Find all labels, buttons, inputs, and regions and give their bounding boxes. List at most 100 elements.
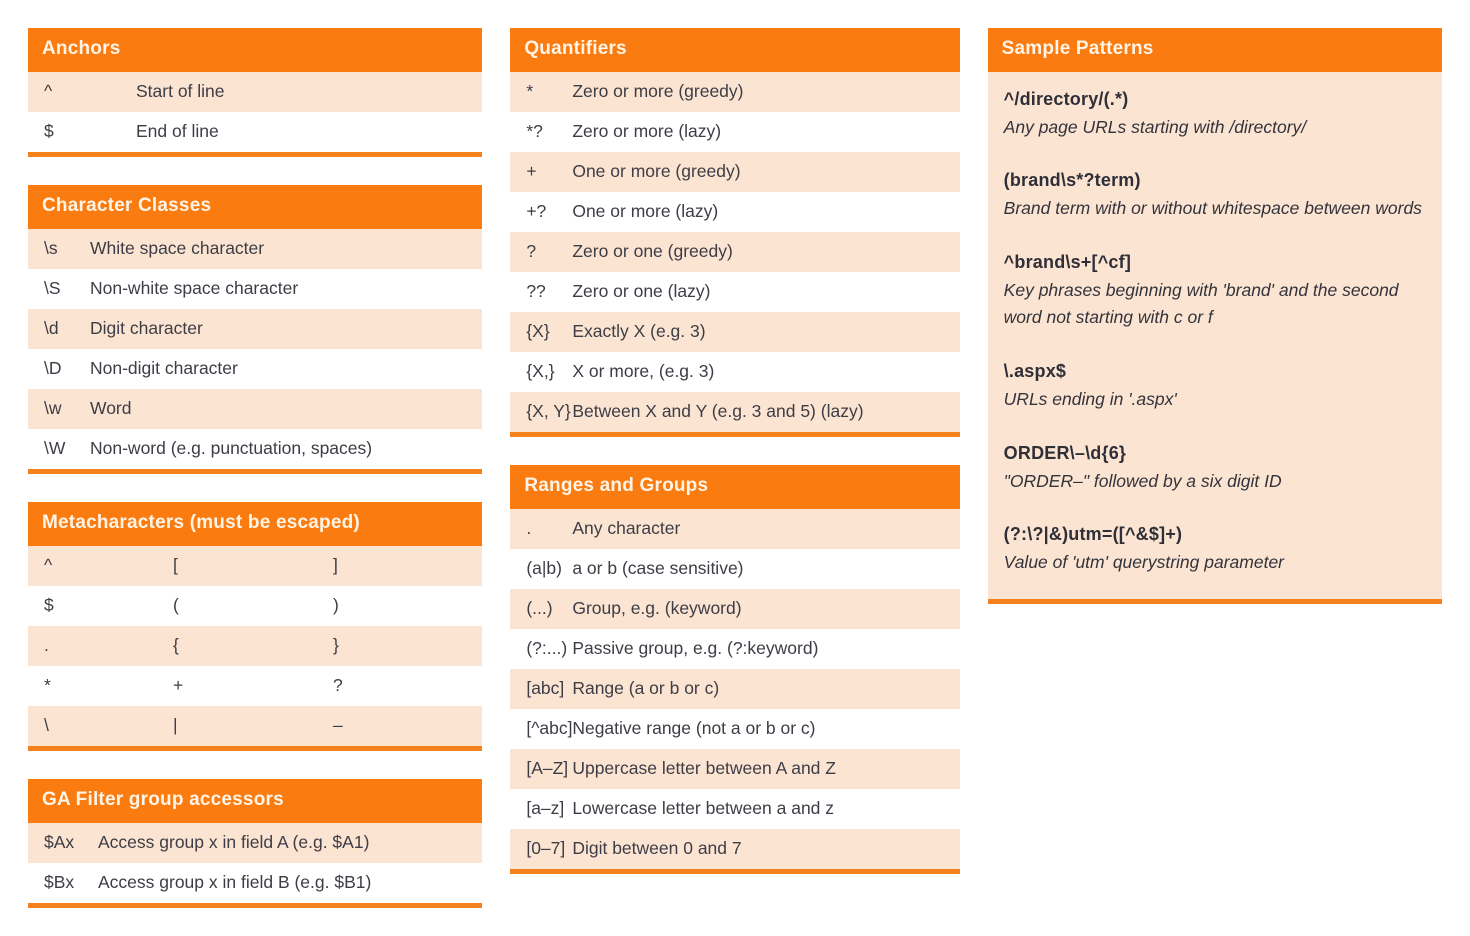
card-anchors: Anchors ^ Start of line $ End of line: [28, 28, 483, 157]
row-symbol: *: [526, 81, 534, 102]
row-symbol: ??: [526, 281, 546, 302]
card-title-metacharacters: Metacharacters (must be escaped): [28, 501, 483, 546]
row-symbol: \d: [44, 318, 59, 339]
row-description: Negative range (not a or b or c): [572, 718, 816, 739]
row-symbol: $Bx: [44, 872, 75, 893]
sample-pattern-expression: ^/directory/(.*): [1003, 88, 1129, 109]
row-description: White space character: [90, 238, 265, 259]
samples-body: ^/directory/(.*) Any page URLs starting …: [987, 71, 1442, 599]
row-symbol: {X, Y}: [526, 401, 571, 422]
sample-pattern-meaning: "ORDER–" followed by a six digit ID: [1003, 470, 1282, 491]
row-symbol: $: [44, 121, 54, 142]
table-row: * + ?: [28, 665, 483, 706]
row-description: Word: [90, 398, 132, 419]
card-ga-filter-group-accessors: GA Filter group accessors $Ax Access gro…: [28, 778, 483, 908]
row-description: One or more (greedy): [572, 161, 741, 182]
row-symbol: *?: [526, 121, 543, 142]
sample-pattern-meaning: Any page URLs starting with /directory/: [1003, 116, 1307, 137]
sample-pattern-expression: \.aspx$: [1003, 361, 1067, 382]
row-symbol: {X,}: [526, 361, 555, 382]
table-row: [abc] Range (a or b or c): [510, 668, 960, 709]
row-symbol: +: [526, 161, 537, 182]
row-description: Lowercase letter between a and z: [572, 798, 835, 819]
card-ranges-and-groups: Ranges and Groups . Any character (a|b) …: [510, 464, 960, 874]
sample-pattern-meaning: Brand term with or without whitespace be…: [1003, 198, 1422, 219]
table-row: \s White space character: [28, 228, 483, 269]
row-description: Passive group, e.g. (?:keyword): [572, 638, 819, 659]
sample-pattern-meaning: URLs ending in '.aspx': [1003, 389, 1177, 410]
table-row: \ | –: [28, 705, 483, 746]
row-symbol: [a–z]: [526, 798, 565, 819]
row-symbol: (a|b): [526, 558, 562, 579]
row-symbol: ^: [44, 81, 53, 102]
metachar-cell: {: [173, 635, 179, 656]
rows-ranges-and-groups: . Any character (a|b) a or b (case sensi…: [510, 508, 960, 869]
table-row: ^ Start of line: [28, 71, 483, 112]
sample-pattern-meaning: Key phrases beginning with 'brand' and t…: [1003, 279, 1399, 328]
row-symbol: [^abc]: [526, 718, 573, 739]
rows-quantifiers: * Zero or more (greedy) *? Zero or more …: [510, 71, 960, 432]
table-row: $Bx Access group x in field B (e.g. $B1): [28, 862, 483, 903]
column-left: Anchors ^ Start of line $ End of line Ch…: [28, 28, 483, 936]
table-row: (?:...) Passive group, e.g. (?:keyword): [510, 628, 960, 669]
cheatsheet-page: Anchors ^ Start of line $ End of line Ch…: [0, 0, 1470, 925]
metachar-cell: *: [44, 675, 51, 696]
sample-pattern-meaning: Value of 'utm' querystring parameter: [1003, 552, 1285, 573]
rows-character-classes: \s White space character \S Non-white sp…: [28, 228, 483, 469]
sample-pattern-expression: (brand\s*?term): [1003, 170, 1141, 191]
sample-pattern-item: (brand\s*?term) Brand term with or witho…: [1004, 167, 1426, 223]
row-description: X or more, (e.g. 3): [572, 361, 715, 382]
table-row: * Zero or more (greedy): [510, 71, 960, 112]
table-row: \d Digit character: [28, 308, 483, 349]
table-row: \w Word: [28, 388, 483, 429]
row-description: Group, e.g. (keyword): [572, 598, 742, 619]
row-description: Zero or one (greedy): [572, 241, 733, 262]
sample-pattern-item: \.aspx$ URLs ending in '.aspx': [1004, 358, 1426, 414]
row-description: Exactly X (e.g. 3): [572, 321, 706, 342]
table-row: {X} Exactly X (e.g. 3): [510, 311, 960, 352]
row-symbol: \s: [44, 238, 58, 259]
table-row: ?? Zero or one (lazy): [510, 271, 960, 312]
sample-pattern-item: (?:\?|&)utm=([^&$]+) Value of 'utm' quer…: [1004, 521, 1426, 577]
metachar-cell: ^: [44, 555, 53, 576]
sample-pattern-expression: (?:\?|&)utm=([^&$]+): [1003, 524, 1183, 545]
table-row: (...) Group, e.g. (keyword): [510, 588, 960, 629]
row-symbol: [abc]: [526, 678, 565, 699]
row-description: Digit character: [90, 318, 203, 339]
table-row: $ End of line: [28, 111, 483, 152]
sample-pattern-expression: ^brand\s+[^cf]: [1003, 251, 1132, 272]
row-description: Digit between 0 and 7: [572, 838, 742, 859]
metachar-cell: ?: [333, 675, 343, 696]
card-quantifiers: Quantifiers * Zero or more (greedy) *? Z…: [510, 28, 960, 437]
row-description: Non-digit character: [90, 358, 238, 379]
card-title-quantifiers: Quantifiers: [510, 28, 960, 72]
metachar-cell: (: [173, 595, 179, 616]
table-row: + One or more (greedy): [510, 151, 960, 192]
row-symbol: \D: [44, 358, 62, 379]
row-description: Zero or more (lazy): [572, 121, 722, 142]
table-row: \S Non-white space character: [28, 268, 483, 309]
card-title-character-classes: Character Classes: [28, 184, 483, 229]
rows-metacharacters: ^ [ ] $ ( ) . { } * + ? \ | –: [28, 545, 483, 746]
row-symbol: (...): [526, 598, 553, 619]
metachar-cell: [: [173, 555, 178, 576]
table-row: [a–z] Lowercase letter between a and z: [510, 788, 960, 829]
metachar-cell: –: [333, 715, 343, 736]
row-description: Non-white space character: [90, 278, 299, 299]
metachar-cell: }: [333, 635, 339, 656]
sample-pattern-item: ORDER\–\d{6} "ORDER–" followed by a six …: [1004, 440, 1426, 496]
table-row: . Any character: [510, 508, 960, 549]
column-right: Sample Patterns ^/directory/(.*) Any pag…: [987, 28, 1442, 632]
table-row: ^ [ ]: [28, 545, 483, 586]
metachar-cell: +: [173, 675, 184, 696]
table-row: \D Non-digit character: [28, 348, 483, 389]
metachar-cell: \: [44, 715, 49, 736]
card-title-ga-filter: GA Filter group accessors: [28, 778, 483, 823]
metachar-cell: .: [44, 635, 49, 656]
rows-anchors: ^ Start of line $ End of line: [28, 71, 483, 152]
row-symbol: (?:...): [526, 638, 568, 659]
table-row: . { }: [28, 625, 483, 666]
row-description: Uppercase letter between A and Z: [572, 758, 836, 779]
table-row: *? Zero or more (lazy): [510, 111, 960, 152]
card-title-sample-patterns: Sample Patterns: [987, 28, 1442, 72]
